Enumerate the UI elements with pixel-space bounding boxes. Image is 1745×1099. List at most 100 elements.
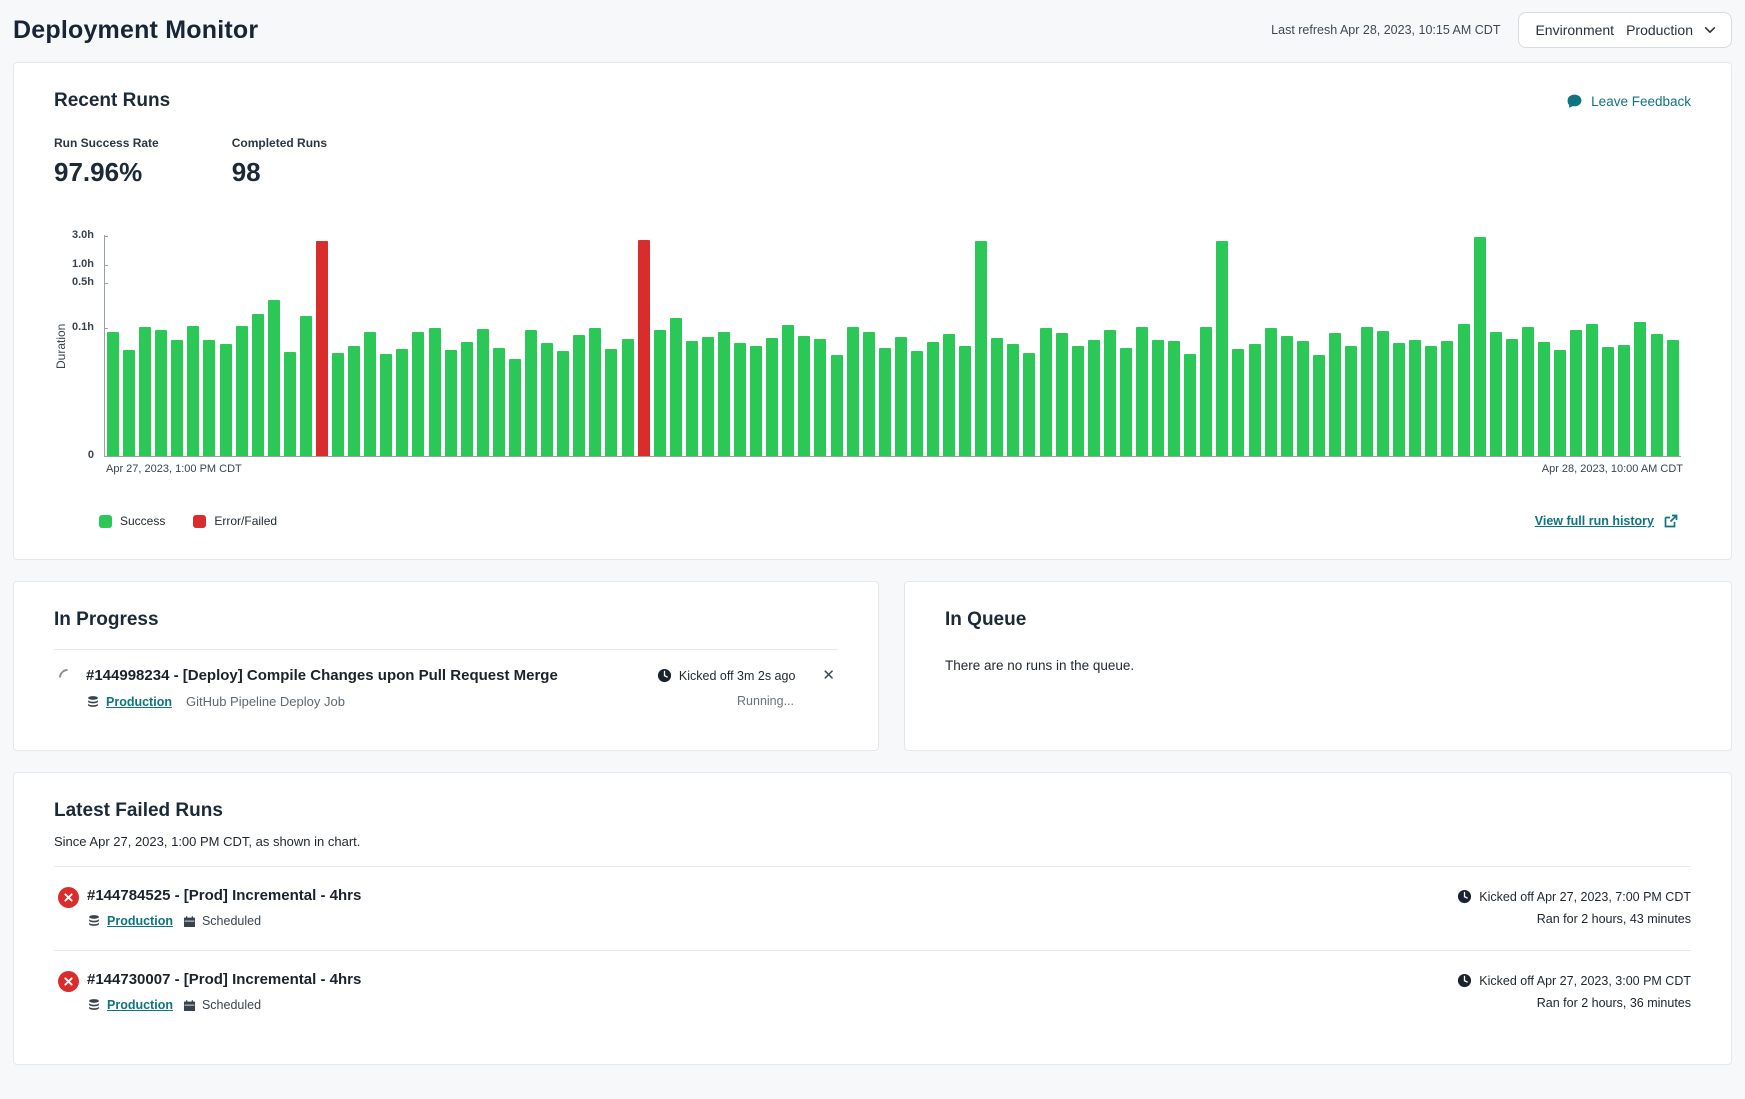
run-bar[interactable]: [638, 240, 650, 457]
run-bar[interactable]: [1281, 336, 1293, 456]
view-run-history-link[interactable]: View full run history: [1535, 513, 1679, 529]
run-bar[interactable]: [364, 332, 376, 456]
run-bar[interactable]: [1136, 327, 1148, 456]
run-bar[interactable]: [1667, 340, 1679, 456]
run-bar[interactable]: [1249, 344, 1261, 456]
run-bar[interactable]: [461, 342, 473, 456]
run-bar[interactable]: [412, 332, 424, 456]
run-bar[interactable]: [589, 328, 601, 456]
run-bar[interactable]: [1152, 340, 1164, 456]
run-bar[interactable]: [1023, 353, 1035, 456]
run-bar[interactable]: [187, 326, 199, 456]
run-bar[interactable]: [541, 343, 553, 456]
run-bar[interactable]: [1425, 346, 1437, 456]
run-bar[interactable]: [959, 346, 971, 456]
run-bar[interactable]: [429, 328, 441, 456]
run-bar[interactable]: [766, 338, 778, 456]
run-bar[interactable]: [1313, 355, 1325, 456]
run-bar[interactable]: [557, 351, 569, 456]
run-bar[interactable]: [1040, 328, 1052, 456]
run-bar[interactable]: [316, 241, 328, 456]
run-bar[interactable]: [493, 348, 505, 456]
run-bar[interactable]: [1458, 324, 1470, 456]
run-bar[interactable]: [943, 334, 955, 456]
run-bar[interactable]: [863, 332, 875, 456]
run-bar[interactable]: [477, 329, 489, 456]
environment-link[interactable]: Production: [86, 695, 172, 709]
run-bar[interactable]: [654, 330, 666, 457]
run-bar[interactable]: [1474, 237, 1486, 456]
run-bar[interactable]: [1072, 346, 1084, 456]
run-bar[interactable]: [927, 342, 939, 456]
run-bar[interactable]: [1120, 348, 1132, 456]
run-bar[interactable]: [1393, 343, 1405, 456]
run-bar[interactable]: [380, 354, 392, 456]
run-bar[interactable]: [1297, 341, 1309, 456]
run-bar[interactable]: [139, 327, 151, 456]
run-bar[interactable]: [220, 344, 232, 456]
run-bar[interactable]: [1554, 350, 1566, 456]
run-bar[interactable]: [396, 349, 408, 456]
leave-feedback-link[interactable]: Leave Feedback: [1566, 93, 1691, 110]
run-bar[interactable]: [348, 346, 360, 456]
run-bar[interactable]: [750, 346, 762, 456]
run-bar[interactable]: [1522, 327, 1534, 456]
run-bar[interactable]: [1345, 346, 1357, 456]
run-bar[interactable]: [268, 300, 280, 456]
run-bar[interactable]: [847, 327, 859, 456]
environment-link[interactable]: Production: [87, 998, 173, 1012]
run-bar[interactable]: [782, 325, 794, 457]
run-bar[interactable]: [445, 350, 457, 456]
run-bar[interactable]: [1602, 347, 1614, 456]
run-bar[interactable]: [670, 318, 682, 456]
run-bar[interactable]: [686, 341, 698, 456]
run-bar[interactable]: [814, 339, 826, 456]
run-bar[interactable]: [605, 349, 617, 456]
run-bar[interactable]: [1184, 354, 1196, 456]
run-bar[interactable]: [991, 338, 1003, 456]
run-bar[interactable]: [123, 350, 135, 456]
run-bar[interactable]: [1538, 342, 1550, 456]
run-bar[interactable]: [1104, 330, 1116, 456]
run-bar[interactable]: [975, 241, 987, 456]
run-bar[interactable]: [1586, 324, 1598, 456]
run-bar[interactable]: [702, 337, 714, 456]
run-bar[interactable]: [1216, 241, 1228, 456]
run-bar[interactable]: [622, 339, 634, 456]
run-bar[interactable]: [1056, 333, 1068, 456]
run-bar[interactable]: [1329, 333, 1341, 456]
run-bar[interactable]: [107, 332, 119, 456]
run-bar[interactable]: [734, 343, 746, 456]
run-bar[interactable]: [798, 336, 810, 456]
run-bar[interactable]: [1377, 331, 1389, 456]
environment-link[interactable]: Production: [87, 914, 173, 928]
run-bar[interactable]: [879, 348, 891, 456]
run-bar[interactable]: [1634, 322, 1646, 456]
run-bar[interactable]: [718, 332, 730, 456]
run-bar[interactable]: [1007, 344, 1019, 456]
run-bar[interactable]: [1361, 327, 1373, 456]
run-bar[interactable]: [1618, 345, 1630, 456]
run-bar[interactable]: [1409, 340, 1421, 456]
run-bar[interactable]: [284, 352, 296, 456]
run-bar[interactable]: [911, 351, 923, 456]
run-bar[interactable]: [1265, 328, 1277, 456]
run-bar[interactable]: [895, 337, 907, 456]
run-bar[interactable]: [1441, 341, 1453, 456]
environment-select[interactable]: Environment Production: [1518, 12, 1732, 48]
run-bar[interactable]: [300, 316, 312, 456]
run-bar[interactable]: [332, 353, 344, 456]
run-bar[interactable]: [236, 326, 248, 456]
run-bar[interactable]: [1200, 327, 1212, 456]
run-bar[interactable]: [573, 335, 585, 456]
run-bar[interactable]: [1570, 330, 1582, 456]
run-bar[interactable]: [1490, 332, 1502, 456]
run-bar[interactable]: [155, 330, 167, 456]
run-bar[interactable]: [1168, 341, 1180, 456]
run-bar[interactable]: [831, 355, 843, 456]
run-bar[interactable]: [203, 340, 215, 456]
close-icon[interactable]: ✕: [819, 667, 838, 684]
run-bar[interactable]: [171, 340, 183, 456]
run-bar[interactable]: [1232, 349, 1244, 456]
run-bar[interactable]: [1651, 334, 1663, 456]
